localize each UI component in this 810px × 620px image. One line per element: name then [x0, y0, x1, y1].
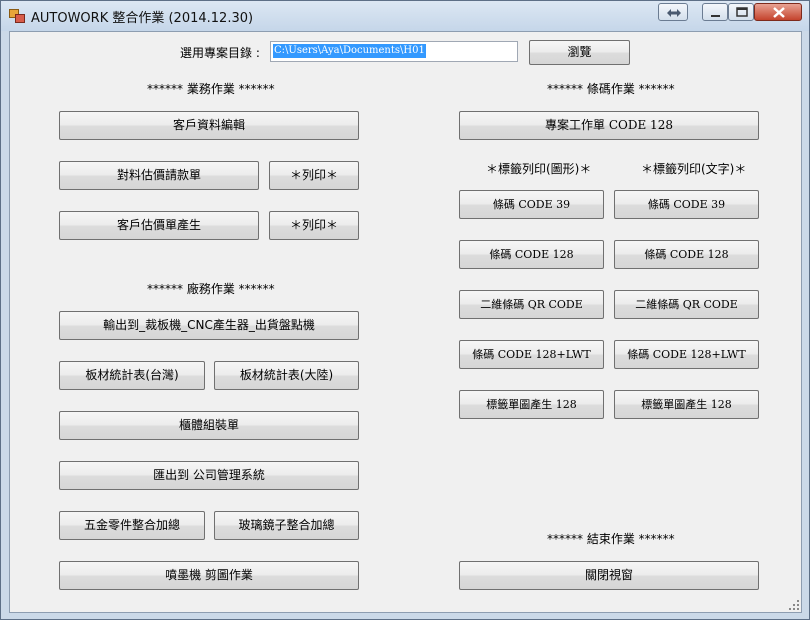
graphic-label-column-header: ＊標籤列印(圖形)＊: [486, 162, 592, 176]
factory-section-header: ****** 廠務作業 ******: [147, 282, 275, 296]
project-path-field[interactable]: C:\Users\Aya\Documents\H01: [270, 41, 518, 62]
export-cnc-button[interactable]: 輸出到_裁板機_CNC產生器_出貨盤點機: [59, 311, 359, 340]
graphic-code128-lwt-button[interactable]: 條碼 CODE 128+LWT: [459, 340, 604, 369]
text-label-sheet-button[interactable]: 標籤單圖產生 128: [614, 390, 759, 419]
maximize-button[interactable]: [728, 3, 754, 21]
print-customer-quote-button[interactable]: ＊列印＊: [269, 211, 359, 240]
quote-request-button[interactable]: 對料估價請款單: [59, 161, 259, 190]
export-company-system-button[interactable]: 匯出到 公司管理系統: [59, 461, 359, 490]
browse-button[interactable]: 瀏覽: [529, 40, 630, 65]
graphic-label-sheet-button[interactable]: 標籤單圖產生 128: [459, 390, 604, 419]
customer-quote-button[interactable]: 客戶估價單產生: [59, 211, 259, 240]
app-icon[interactable]: [9, 9, 25, 23]
text-label-column-header: ＊標籤列印(文字)＊: [641, 162, 747, 176]
resize-grip-icon[interactable]: [788, 599, 800, 611]
graphic-code39-button[interactable]: 條碼 CODE 39: [459, 190, 604, 219]
double-arrow-icon: [667, 9, 681, 17]
text-code39-button[interactable]: 條碼 CODE 39: [614, 190, 759, 219]
close-window-button[interactable]: 關閉視窗: [459, 561, 759, 590]
restore-size-button[interactable]: [658, 3, 688, 21]
minimize-button[interactable]: [702, 3, 728, 21]
title-bar[interactable]: AUTOWORK 整合作業 (2014.12.30): [1, 1, 809, 31]
inkjet-cut-button[interactable]: 噴墨機 剪圖作業: [59, 561, 359, 590]
print-quote-request-button[interactable]: ＊列印＊: [269, 161, 359, 190]
end-section-header: ****** 結束作業 ******: [547, 532, 675, 546]
close-icon: [773, 7, 785, 18]
cabinet-assembly-button[interactable]: 櫃體組裝單: [59, 411, 359, 440]
graphic-qrcode-button[interactable]: 二維條碼 QR CODE: [459, 290, 604, 319]
customer-edit-button[interactable]: 客戶資料編輯: [59, 111, 359, 140]
project-dir-label: 選用專案目錄 :: [180, 46, 260, 60]
window-title: AUTOWORK 整合作業 (2014.12.30): [31, 11, 254, 26]
text-qrcode-button[interactable]: 二維條碼 QR CODE: [614, 290, 759, 319]
maximize-icon: [736, 7, 748, 17]
business-section-header: ****** 業務作業 ******: [147, 82, 275, 96]
graphic-code128-button[interactable]: 條碼 CODE 128: [459, 240, 604, 269]
project-path-value: C:\Users\Aya\Documents\H01: [273, 44, 426, 58]
board-stats-cn-button[interactable]: 板材統計表(大陸): [214, 361, 359, 390]
hardware-merge-button[interactable]: 五金零件整合加總: [59, 511, 205, 540]
app-window: AUTOWORK 整合作業 (2014.12.30) 選用專案目錄 : C:\U…: [0, 0, 810, 620]
barcode-section-header: ****** 條碼作業 ******: [547, 82, 675, 96]
client-area: 選用專案目錄 : C:\Users\Aya\Documents\H01 瀏覽 *…: [9, 31, 802, 613]
project-sheet-button[interactable]: 專案工作單 CODE 128: [459, 111, 759, 140]
board-stats-tw-button[interactable]: 板材統計表(台灣): [59, 361, 205, 390]
minimize-icon: [711, 15, 720, 17]
glass-merge-button[interactable]: 玻璃鏡子整合加總: [214, 511, 359, 540]
close-button[interactable]: [754, 3, 802, 21]
text-code128-button[interactable]: 條碼 CODE 128: [614, 240, 759, 269]
text-code128-lwt-button[interactable]: 條碼 CODE 128+LWT: [614, 340, 759, 369]
